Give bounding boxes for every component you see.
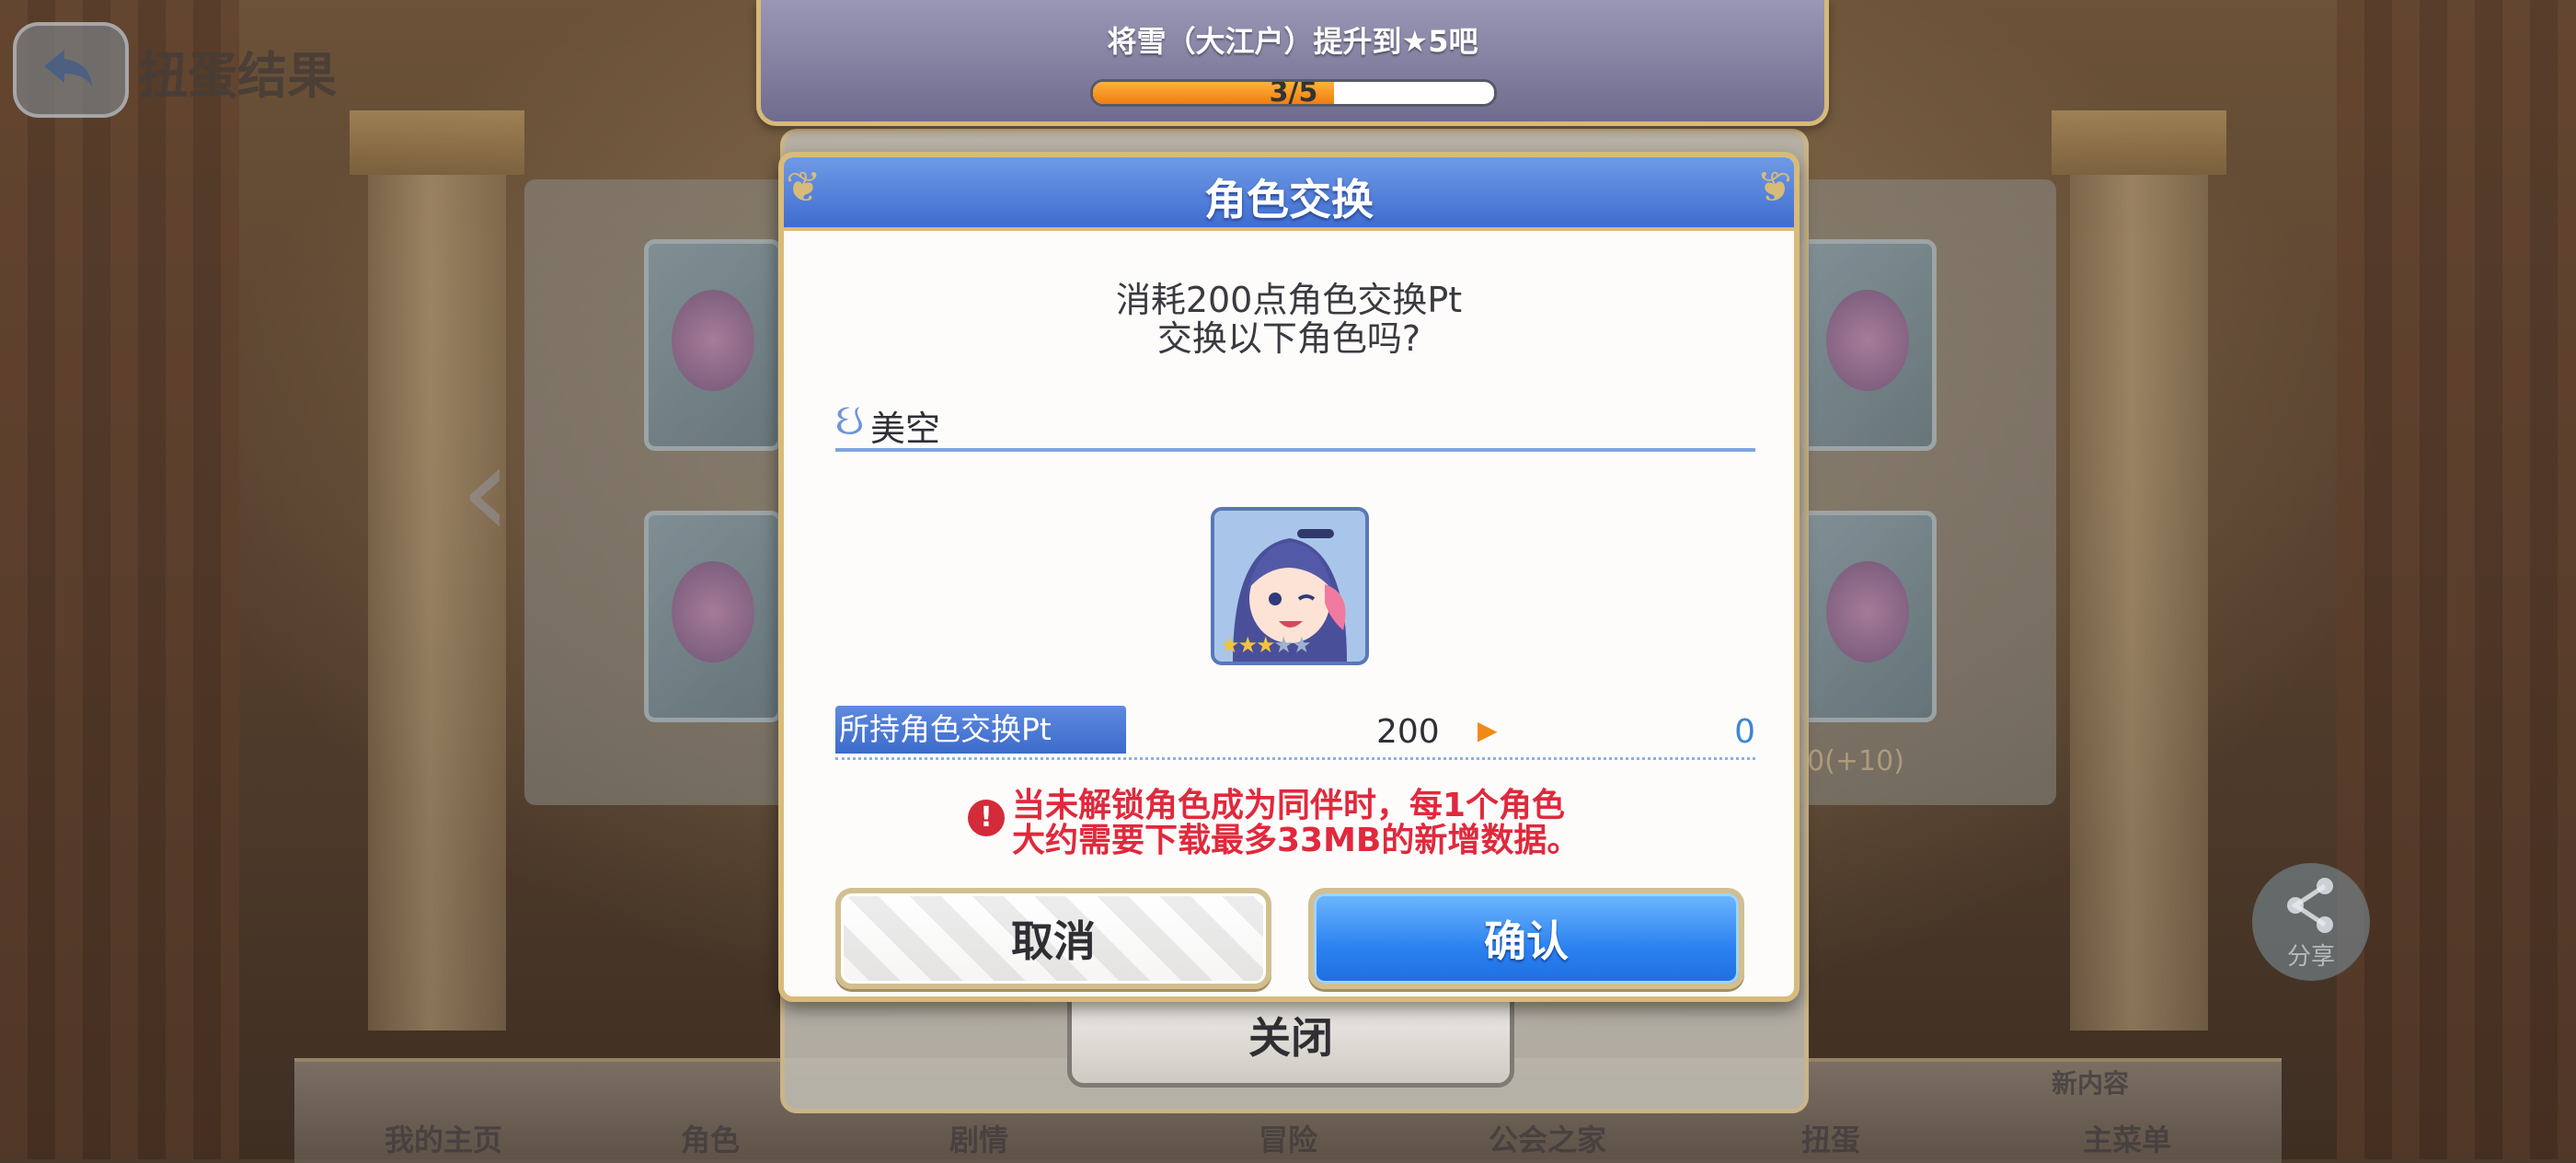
nav-item-home[interactable]: 我的主页 [385, 1117, 502, 1159]
new-content-badge: 新内容 [2051, 1068, 2130, 1099]
confirm-button[interactable]: 确认 [1308, 888, 1744, 989]
nav-item-gacha[interactable]: 扭蛋 [1801, 1117, 1860, 1159]
nav-item-story[interactable]: 剧情 [949, 1117, 1008, 1159]
exchange-pt-label: 所持角色交换Pt [835, 706, 1126, 754]
bg-result-card [1799, 239, 1937, 451]
share-icon [2287, 877, 2333, 933]
pillar-left [350, 110, 524, 1031]
star-filled-icon: ★ [1220, 632, 1239, 658]
mission-progress-label: 3/5 [1269, 79, 1318, 107]
chevron-left-icon[interactable]: ‹ [460, 423, 534, 561]
confirm-question: 消耗200点角色交换Pt 交换以下角色吗? [784, 281, 1794, 358]
warning-text: 当未解锁角色成为同伴时，每1个角色 大约需要下载最多33MB的新增数据。 [1012, 789, 1580, 858]
warning-line-1: 当未解锁角色成为同伴时，每1个角色 [1012, 787, 1566, 824]
warning-icon: ! [968, 800, 1005, 836]
arrow-right-icon: ▶ [1478, 715, 1498, 745]
question-line-2: 交换以下角色吗? [1156, 318, 1421, 359]
nav-item-menu[interactable]: 主菜单 [2083, 1117, 2171, 1159]
cancel-button[interactable]: 取消 [835, 888, 1271, 989]
star-empty-icon: ★ [1292, 632, 1311, 658]
mission-banner: 将雪（大江户）提升到★5吧 3/5 [756, 0, 1829, 126]
nav-item-quest[interactable]: 冒险 [1259, 1117, 1317, 1159]
mission-progress-bar: 3/5 [1090, 79, 1497, 107]
pillar-right [2052, 110, 2226, 1031]
star-filled-icon: ★ [1256, 632, 1275, 658]
dialog-title: 角色交换 [1204, 175, 1374, 225]
character-portrait: ★★★★★ [1211, 507, 1369, 665]
screen-title: 扭蛋结果 [138, 47, 337, 105]
question-line-1: 消耗200点角色交换Pt [1115, 280, 1463, 320]
exchange-pt-current: 200 [1376, 713, 1440, 751]
back-arrow-icon [44, 50, 92, 86]
curtain-left [0, 0, 239, 1159]
swirl-ornament-icon: ઇ [835, 394, 864, 445]
star-empty-icon: ★ [1273, 632, 1294, 658]
nav-item-guild[interactable]: 公会之家 [1489, 1117, 1606, 1159]
warning-line-2: 大约需要下载最多33MB的新增数据。 [1012, 822, 1581, 859]
bg-result-card [644, 239, 782, 451]
nav-item-characters[interactable]: 角色 [681, 1117, 740, 1159]
character-exchange-dialog: ❦ ❦ 角色交换 消耗200点角色交换Pt 交换以下角色吗? ઇ 美空 ★★★★… [778, 152, 1800, 1002]
character-rarity-stars: ★★★★★ [1220, 632, 1312, 658]
star-filled-icon: ★ [1237, 632, 1258, 658]
character-name: 美空 [870, 409, 941, 449]
bg-result-card [644, 511, 782, 722]
curtain-right [2337, 0, 2576, 1159]
exchange-pt-row: 所持角色交换Pt 200 ▶ 0 [835, 706, 1755, 760]
dialog-header: ❦ ❦ 角色交换 [784, 157, 1794, 231]
mission-text: 将雪（大江户）提升到★5吧 [1107, 24, 1478, 59]
share-label: 分享 [2286, 942, 2335, 971]
exchange-pt-after: 0 [1734, 713, 1755, 751]
back-button[interactable] [13, 22, 129, 118]
share-button[interactable]: 分享 [2252, 863, 2370, 981]
bg-result-card [1799, 511, 1937, 722]
character-name-row: ઇ 美空 [835, 395, 1755, 452]
